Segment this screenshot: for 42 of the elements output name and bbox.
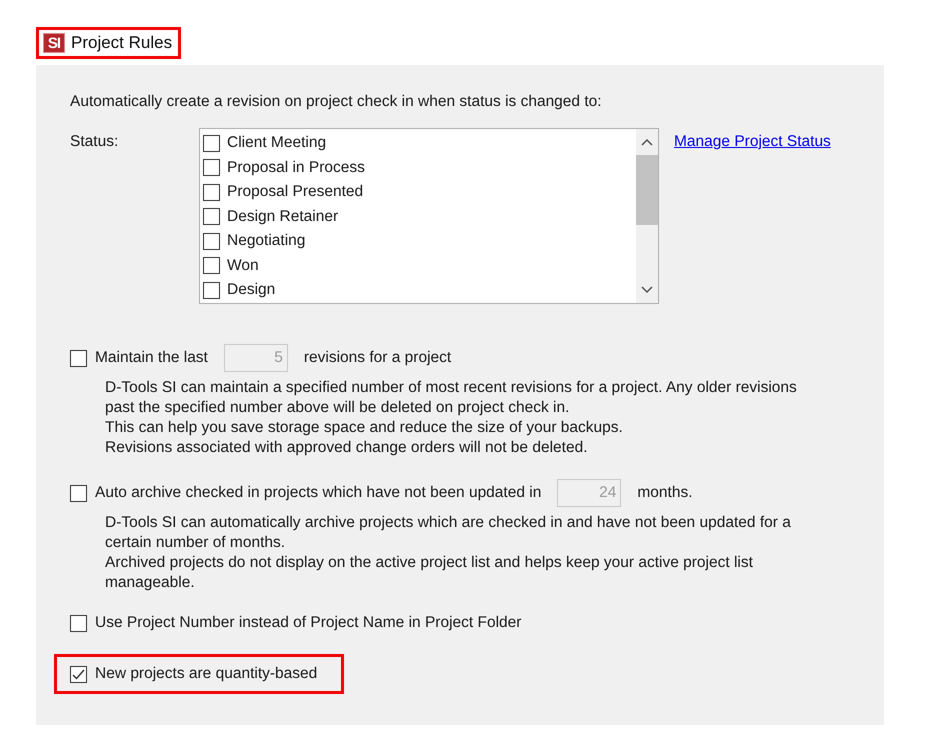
- checkbox[interactable]: [203, 184, 220, 201]
- app-logo: SI: [43, 33, 65, 53]
- option-label: revisions for a project: [304, 349, 452, 367]
- manage-status-link[interactable]: Manage Project Status: [674, 133, 831, 151]
- checkbox[interactable]: [70, 350, 87, 366]
- scroll-thumb[interactable]: [636, 155, 658, 225]
- checkbox[interactable]: [203, 282, 220, 299]
- status-list[interactable]: Client Meeting Proposal in Process Proposal Presented Design Retainer Negotiating Won Design: [199, 128, 659, 304]
- description-text: Revisions associated with approved change orders will not be deleted.: [105, 439, 589, 457]
- checkbox[interactable]: [203, 208, 220, 226]
- status-option[interactable]: Design Retainer: [227, 208, 338, 226]
- intro-text: Automatically create a revision on project check in when status is changed to:: [70, 93, 603, 111]
- scroll-up-icon[interactable]: [641, 138, 653, 146]
- status-label: Status:: [70, 133, 120, 151]
- description-text: past the specified number above will be deleted on project check in.: [105, 399, 570, 417]
- option-label: Auto archive checked in projects which have not been updated in: [95, 484, 542, 502]
- checkbox[interactable]: [70, 666, 87, 682]
- checkbox[interactable]: [203, 257, 220, 274]
- scroll-down-icon[interactable]: [641, 286, 653, 294]
- checkbox[interactable]: [70, 484, 87, 502]
- description-text: D-Tools SI can maintain a specified number of most recent revisions for a project. Any older revisions: [105, 379, 798, 397]
- status-option[interactable]: Proposal in Process: [227, 158, 365, 177]
- description-text: Archived projects do not display on the active project list and helps keep your active project list: [105, 554, 754, 572]
- checkbox[interactable]: [203, 134, 220, 152]
- checkbox[interactable]: [203, 159, 220, 176]
- option-label: months.: [637, 484, 692, 502]
- option-label: Maintain the last: [95, 349, 208, 367]
- status-option[interactable]: Proposal Presented: [227, 183, 364, 202]
- status-option[interactable]: Negotiating: [227, 232, 306, 250]
- description-text: manageable.: [105, 574, 196, 592]
- description-text: certain number of months.: [105, 534, 286, 552]
- status-option[interactable]: Client Meeting: [227, 134, 326, 152]
- option-label: New projects are quantity-based: [95, 665, 318, 683]
- scrollbar[interactable]: [636, 129, 658, 303]
- checkbox[interactable]: [70, 614, 87, 632]
- description-text: D-Tools SI can automatically archive projects which are checked in and have not been updated for a: [105, 514, 792, 532]
- option-label: Use Project Number instead of Project Name in Project Folder: [95, 614, 522, 632]
- section-title: Project Rules: [71, 33, 172, 53]
- checkbox[interactable]: [203, 232, 220, 250]
- description-text: This can help you save storage space and reduce the size of your backups.: [105, 419, 624, 437]
- status-option[interactable]: Won: [227, 256, 259, 275]
- status-option[interactable]: Design: [227, 281, 276, 300]
